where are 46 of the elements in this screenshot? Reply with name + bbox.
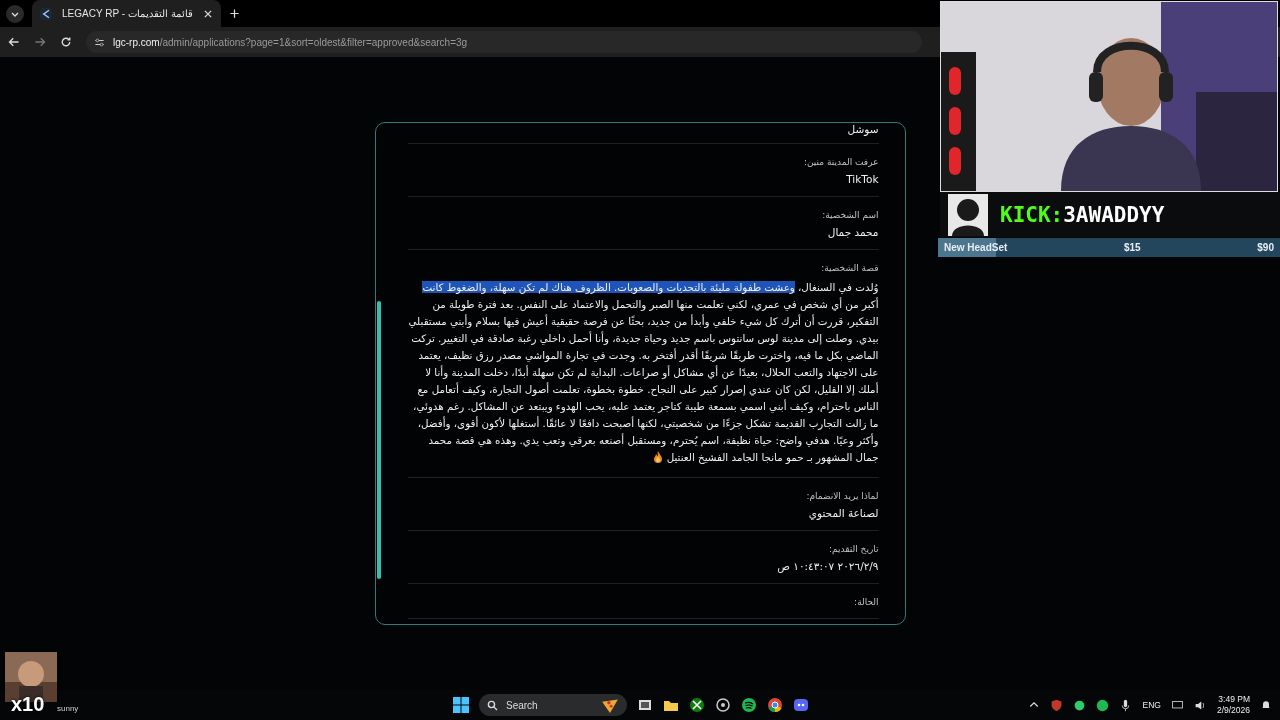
streamer-handle: KICK:3AWADDYY [1000,202,1165,227]
search-icon [487,699,498,711]
fire-icon [652,451,663,463]
system-clock[interactable]: 3:49 PM 2/9/2026 [1216,694,1250,716]
site-settings-icon [94,36,105,48]
goal-target: $90 [1257,242,1274,253]
status-dot-icon[interactable] [1073,698,1087,712]
field-value: ٩/٢/٢٠٢٦ ١٠:٤٣:٠٧ ص [777,560,879,572]
field-label: تاريخ التقديم: [828,544,879,554]
pizza-icon [601,696,619,714]
field-value: سوشل [847,123,879,135]
field-value: لصناعة المحتوي [808,507,879,519]
shield-icon[interactable] [1050,698,1064,712]
avatar-icon [948,193,988,236]
weather-caption: sunny [57,704,79,713]
field-label: اسم الشخصية: [822,210,879,220]
notification-icon[interactable] [1260,699,1272,711]
new-tab-icon[interactable] [228,8,240,19]
story-text: وُلدت في السنغال، وعشت طفولة مليئة بالتحديات والصعوبات. الظروف هناك لم تكن سهلة، والضغوط كانت أكبر من أي شخص في عمري، لكني تعلمت منها الصبر والتحمل والاعتماد على النفس. بعد فترة طويلة من التفكير، قررت أن أترك كل شيء خلفي وأبدأ من جديد، بحثًا عن فرصة حقيقية أعيش فيها بسلام وأبني مستقبلي بيدي. وصلت إلى مدينة لوس سانتوس باسم جديد وحياة جديدة، وأنا أحمل داخلي رغبة صادقة في التغيير. تركت الماضي بكل ما فيه، واخترت طريقًا شريفًا أقدر أفتخر به. وجدت في تجارة المواشي مصدر رزق نظيف، يعتمد على الاجتهاد والتعب الحلال، بعيدًا عن أي مشاكل أو صراعات. البداية لم تكن سهلة أبدًا، دخلت المدينة وأنا لا أملك إلا القليل، لكن كان عندي إصرار كبير على النجاح. خطوة بخطوة، تعلمت أصول التجارة، وكيف أتعامل مع الناس باحترام، وكيف أبني اسمي بسمعة طيبة كتاجر يعتمد عليه، يحب الهدوء ويبتعد عن المشاكل. رغم هدوئي، ما زالت التجارب القديمة تشكل جزءًا من شخصيتي، لكنها أصبحت دافعًا لا عائقًا. أستغلها لأكون أقوى، وأفضل، وأكثر وعيًا. هدفي واضح: حياة نظيفة، اسم يُحترم، ومستقبل أصنعه بعرقي وتعب يدي. وهذه هي قصة محمد جمال المشهور بـ حمو مانجا الجامد الفشيخ العنتيل [408,280,879,466]
reload-icon[interactable] [60,36,72,48]
xbox-icon[interactable] [689,697,705,713]
input-language[interactable]: ENG [1142,700,1161,710]
field-value: محمد جمال [827,226,879,238]
task-view-icon[interactable] [637,697,653,713]
browser-tab[interactable]: LEGACY RP - قائمة التقديمات [32,0,221,27]
field-label: قصة الشخصية: [821,263,879,273]
goal-name: New HeadSet [944,242,1008,253]
display-icon[interactable] [1170,698,1184,712]
close-icon[interactable] [202,8,213,19]
tab-list-button[interactable] [6,4,24,23]
emote-count: x10 [11,693,45,716]
scrollbar[interactable] [376,301,381,579]
spotify-icon[interactable] [741,697,757,713]
field-label: لماذا يريد الانضمام: [806,491,879,501]
field-value: TikTok [846,173,879,185]
forward-arrow-icon[interactable] [34,36,46,48]
back-arrow-icon[interactable] [8,36,20,48]
chrome-icon[interactable] [767,697,783,713]
address-bar[interactable]: lgc-rp.com/admin/applications?page=1&sort=oldest&filter=approved&search=3g [86,31,922,53]
discord-icon[interactable] [793,697,809,713]
windows-start-icon[interactable] [453,697,469,713]
taskbar-search[interactable]: Search [479,694,627,716]
field-label: عرفت المدينة منين: [803,157,879,167]
site-logo-icon [40,7,52,20]
goal-current: $15 [1124,242,1141,253]
field-label: الحالة: [854,597,879,607]
